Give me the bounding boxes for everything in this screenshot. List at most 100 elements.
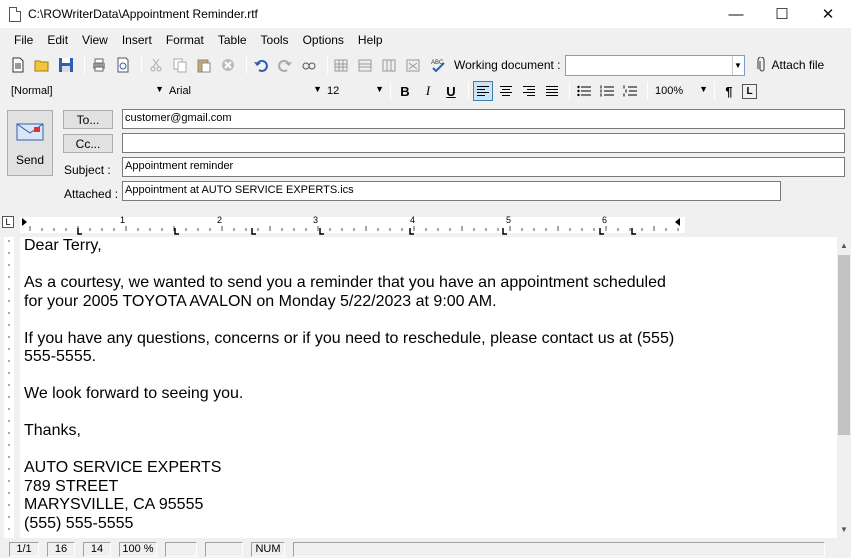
format-toolbar: [Normal] ▼ Arial ▼ 12 ▼ B I U 100% ▼ ¶ L — [0, 80, 851, 102]
menu-bar: File Edit View Insert Format Table Tools… — [0, 29, 851, 50]
outline-list-button[interactable] — [620, 81, 640, 101]
window-title: C:\ROWriterData\Appointment Reminder.rtf — [28, 7, 258, 21]
align-right-button[interactable] — [519, 81, 539, 101]
document-editor[interactable]: Dear Terry, As a courtesy, we wanted to s… — [20, 237, 837, 538]
document-line: If you have any questions, concerns or i… — [24, 329, 675, 347]
menu-edit[interactable]: Edit — [40, 33, 75, 47]
horizontal-ruler[interactable]: 1 2 3 4 5 6 — [20, 214, 690, 236]
undo-icon[interactable] — [251, 55, 271, 75]
align-left-icon — [477, 86, 489, 96]
menu-view[interactable]: View — [75, 33, 115, 47]
subject-label: Subject : — [64, 163, 111, 177]
print-preview-icon[interactable] — [113, 55, 133, 75]
ruler-number: 6 — [602, 215, 607, 225]
menu-insert[interactable]: Insert — [115, 33, 159, 47]
document-line: MARYSVILLE, CA 95555 — [24, 496, 204, 513]
envelope-icon — [16, 123, 44, 141]
spellcheck-icon[interactable]: ABC — [428, 55, 448, 75]
cc-button[interactable]: Cc... — [63, 134, 113, 153]
font-size-value: 12 — [327, 85, 340, 97]
to-button[interactable]: To... — [63, 110, 113, 129]
tab-stop-button[interactable]: L — [742, 83, 757, 99]
document-line: We look forward to seeing you. — [24, 385, 244, 402]
ruler-number: 5 — [506, 215, 511, 225]
scroll-down-icon[interactable]: ▼ — [837, 521, 851, 538]
open-folder-icon[interactable] — [32, 55, 52, 75]
zoom-combo[interactable]: 100% ▼ — [652, 81, 710, 101]
chevron-down-icon: ▼ — [699, 84, 708, 94]
save-icon[interactable] — [56, 55, 76, 75]
new-document-icon[interactable] — [8, 55, 28, 75]
toolbar-separator — [84, 56, 85, 74]
chevron-down-icon[interactable]: ▼ — [731, 55, 744, 75]
status-message — [293, 541, 825, 557]
vertical-scrollbar[interactable]: ▲ ▼ — [837, 237, 851, 538]
toolbar-separator — [246, 56, 247, 74]
bold-button[interactable]: B — [395, 81, 415, 101]
cut-icon[interactable] — [146, 55, 166, 75]
delete-icon[interactable] — [218, 55, 238, 75]
maximize-button[interactable]: ☐ — [759, 0, 805, 28]
status-column: 14 — [83, 541, 111, 557]
document-line: for your 2005 TOYOTA AVALON on Monday 5/… — [24, 292, 497, 310]
numbered-list-icon — [600, 85, 614, 97]
menu-table[interactable]: Table — [211, 33, 254, 47]
document-app-icon — [9, 6, 21, 22]
justify-button[interactable] — [542, 81, 562, 101]
numbered-list-button[interactable] — [597, 81, 617, 101]
status-zoom: 100 % — [119, 541, 157, 557]
maximize-icon: ☐ — [775, 6, 789, 23]
redo-icon[interactable] — [275, 55, 295, 75]
print-icon[interactable] — [89, 55, 109, 75]
toolbar-separator — [647, 82, 648, 100]
toolbar-separator — [468, 82, 469, 100]
bullet-list-button[interactable] — [574, 81, 594, 101]
menu-help[interactable]: Help — [351, 33, 390, 47]
paste-icon[interactable] — [194, 55, 214, 75]
scroll-thumb[interactable] — [838, 255, 850, 435]
subject-field[interactable]: Appointment reminder — [122, 157, 845, 177]
insert-row-icon[interactable] — [356, 55, 376, 75]
working-document-select[interactable]: ▼ — [564, 54, 745, 76]
scroll-up-icon[interactable]: ▲ — [837, 237, 851, 254]
find-icon[interactable] — [299, 55, 319, 75]
font-value: Arial — [169, 85, 192, 97]
attached-field[interactable]: Appointment at AUTO SERVICE EXPERTS.ics — [122, 181, 781, 201]
italic-button[interactable]: I — [418, 81, 438, 101]
copy-icon[interactable] — [170, 55, 190, 75]
tab-type-selector[interactable]: L — [2, 216, 14, 228]
ruler-number: 4 — [410, 215, 415, 225]
delete-row-icon[interactable] — [404, 55, 424, 75]
insert-column-icon[interactable] — [380, 55, 400, 75]
minimize-button[interactable]: — — [713, 0, 759, 28]
align-center-button[interactable] — [496, 81, 516, 101]
cc-field[interactable] — [122, 133, 845, 153]
tab-stop-icon: L — [746, 85, 753, 97]
bullet-list-icon — [577, 85, 591, 97]
style-combo[interactable]: [Normal] ▼ — [8, 81, 166, 101]
align-left-button[interactable] — [473, 81, 493, 101]
send-button[interactable]: Send — [7, 110, 53, 176]
paperclip-icon — [757, 57, 764, 72]
to-field[interactable]: customer@gmail.com — [122, 109, 845, 129]
attach-file-label: Attach file — [771, 58, 825, 72]
attach-file-button[interactable]: Attach file — [757, 57, 825, 73]
menu-format[interactable]: Format — [159, 33, 211, 47]
underline-button[interactable]: U — [441, 81, 461, 101]
show-formatting-button[interactable]: ¶ — [719, 81, 739, 101]
status-bar: 1/1 16 14 100 % NUM — [0, 540, 851, 558]
menu-file[interactable]: File — [7, 33, 40, 47]
font-combo[interactable]: Arial ▼ — [166, 81, 324, 101]
send-label: Send — [15, 153, 45, 167]
zoom-value: 100% — [655, 85, 684, 97]
menu-options[interactable]: Options — [296, 33, 351, 47]
menu-tools[interactable]: Tools — [254, 33, 296, 47]
font-size-combo[interactable]: 12 ▼ — [324, 81, 386, 101]
close-button[interactable]: ✕ — [805, 0, 851, 28]
insert-table-icon[interactable] — [332, 55, 352, 75]
toolbar-separator — [569, 82, 570, 100]
